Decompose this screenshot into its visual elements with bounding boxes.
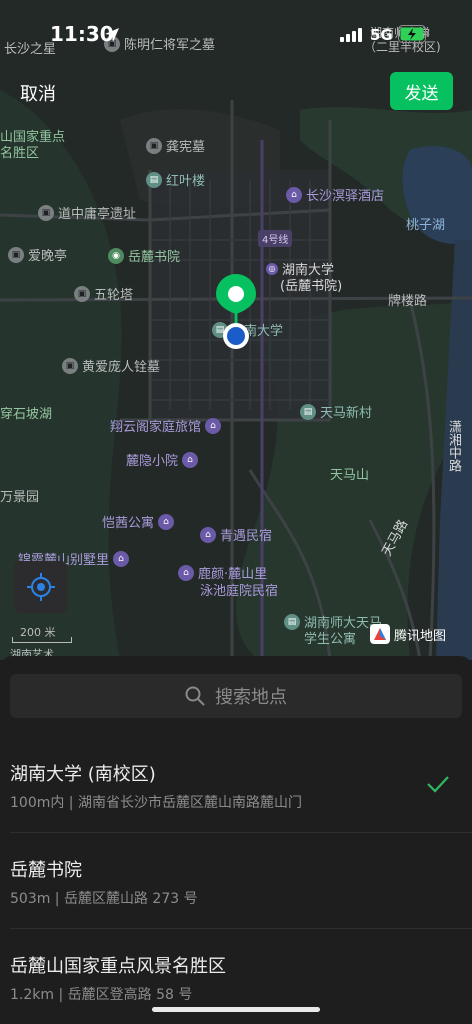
poi-luyan-sub: 泳池庭院民宿: [200, 584, 279, 599]
poi-hongye-lou[interactable]: ▤ 红叶楼: [146, 170, 205, 189]
building-icon: ▤: [146, 171, 162, 188]
search-icon: [185, 686, 205, 706]
tomb-icon: ▣: [8, 246, 24, 263]
hotel-icon: ⌂: [178, 564, 194, 581]
poi-aiwan[interactable]: ▣ 爱晚亭: [8, 245, 67, 264]
result-item[interactable]: 湖南大学 (南校区) 100m内 | 湖南省长沙市岳麓区麓山南路麓山门: [0, 746, 472, 831]
result-item[interactable]: 岳麓书院 503m | 岳麓区麓山路 273 号: [0, 842, 472, 927]
result-address: 503m | 岳麓区麓山路 273 号: [10, 891, 198, 907]
poi-normal-apt-sub: 学生公寓: [304, 632, 357, 647]
status-bar: 11:30 5G: [0, 0, 472, 70]
search-input[interactable]: 搜索地点: [10, 674, 462, 718]
checkmark-icon: [427, 776, 449, 793]
locate-me-button[interactable]: [14, 561, 67, 613]
location-arrow-icon: [105, 28, 119, 42]
tencent-map-logo: 腾讯地图: [370, 624, 446, 644]
poi-taozi-lake[interactable]: 桃子湖: [406, 214, 445, 233]
send-button[interactable]: 发送: [390, 72, 453, 110]
search-placeholder: 搜索地点: [215, 687, 287, 708]
school-icon: ◎: [266, 262, 278, 275]
poi-changsha-hotel[interactable]: ⌂ 长沙溟驿酒店: [286, 185, 384, 204]
hotel-icon: ⌂: [158, 513, 175, 530]
result-name: 岳麓山国家重点风景名胜区: [10, 956, 226, 977]
signal-icon: [340, 28, 362, 42]
metro-line-4-label: 4号线: [258, 230, 293, 247]
tomb-icon: ▣: [38, 204, 54, 221]
cancel-button[interactable]: 取消: [20, 80, 56, 106]
poi-luyin[interactable]: 麓隐小院 ⌂: [126, 450, 199, 469]
crosshair-icon: [26, 573, 55, 601]
poi-yuelu-scenic-2[interactable]: 名胜区: [0, 142, 39, 161]
tomb-icon: ▣: [62, 357, 78, 374]
location-results-sheet: 搜索地点 湖南大学 (南校区) 100m内 | 湖南省长沙市岳麓区麓山南路麓山门…: [0, 656, 472, 1024]
location-pin[interactable]: [214, 274, 258, 354]
tomb-icon: ▣: [74, 285, 90, 302]
poi-tianma-village[interactable]: ▤ 天马新村: [300, 402, 372, 421]
result-name: 岳麓书院: [10, 860, 82, 881]
poi-yuelu-academy[interactable]: ◉ 岳麓书院: [108, 246, 180, 265]
poi-huang-ai[interactable]: ▣ 黄爱庞人铨墓: [62, 356, 160, 375]
divider: [10, 832, 472, 833]
home-indicator[interactable]: [152, 1007, 320, 1012]
road-xiangjiang: 潇湘中路: [446, 420, 461, 472]
hotel-icon: ⌂: [286, 186, 302, 203]
poi-wanjing[interactable]: 万景园: [0, 486, 39, 505]
road-pailou: 牌楼路: [388, 294, 428, 309]
poi-kaixi[interactable]: 恺茜公寓 ⌂: [102, 512, 175, 531]
hotel-icon: ⌂: [200, 526, 216, 543]
map-scale-bar: [12, 637, 72, 643]
poi-tianma-mtn[interactable]: 天马山: [330, 464, 369, 483]
tomb-icon: ▣: [146, 137, 162, 154]
hotel-icon: ⌂: [182, 451, 199, 468]
poi-wulun[interactable]: ▣ 五轮塔: [74, 284, 133, 303]
divider: [10, 928, 472, 929]
camera-icon: ◉: [108, 247, 124, 264]
poi-daozhong[interactable]: ▣ 道中庸亭遗址: [38, 203, 136, 222]
building-icon: ▤: [284, 613, 300, 630]
hotel-icon: ⌂: [205, 417, 222, 434]
network-type: 5G: [370, 26, 393, 44]
poi-qingyu[interactable]: ⌂ 青遇民宿: [200, 525, 272, 544]
battery-charging-icon: [398, 25, 429, 43]
poi-gongxian-tomb[interactable]: ▣ 龚宪墓: [146, 136, 205, 155]
tencent-map-icon: [370, 624, 390, 644]
result-address: 100m内 | 湖南省长沙市岳麓区麓山南路麓山门: [10, 795, 302, 811]
result-name: 湖南大学 (南校区): [10, 764, 156, 785]
poi-hunan-univ-sub: (岳麓书院): [280, 279, 343, 294]
poi-chuanshi[interactable]: 穿石坡湖: [0, 403, 52, 422]
result-address: 1.2km | 岳麓区登高路 58 号: [10, 987, 193, 1003]
hotel-icon: ⌂: [113, 550, 130, 567]
building-icon: ▤: [300, 403, 316, 420]
poi-xiangyun[interactable]: 翔云阁家庭旅馆 ⌂: [110, 416, 222, 435]
